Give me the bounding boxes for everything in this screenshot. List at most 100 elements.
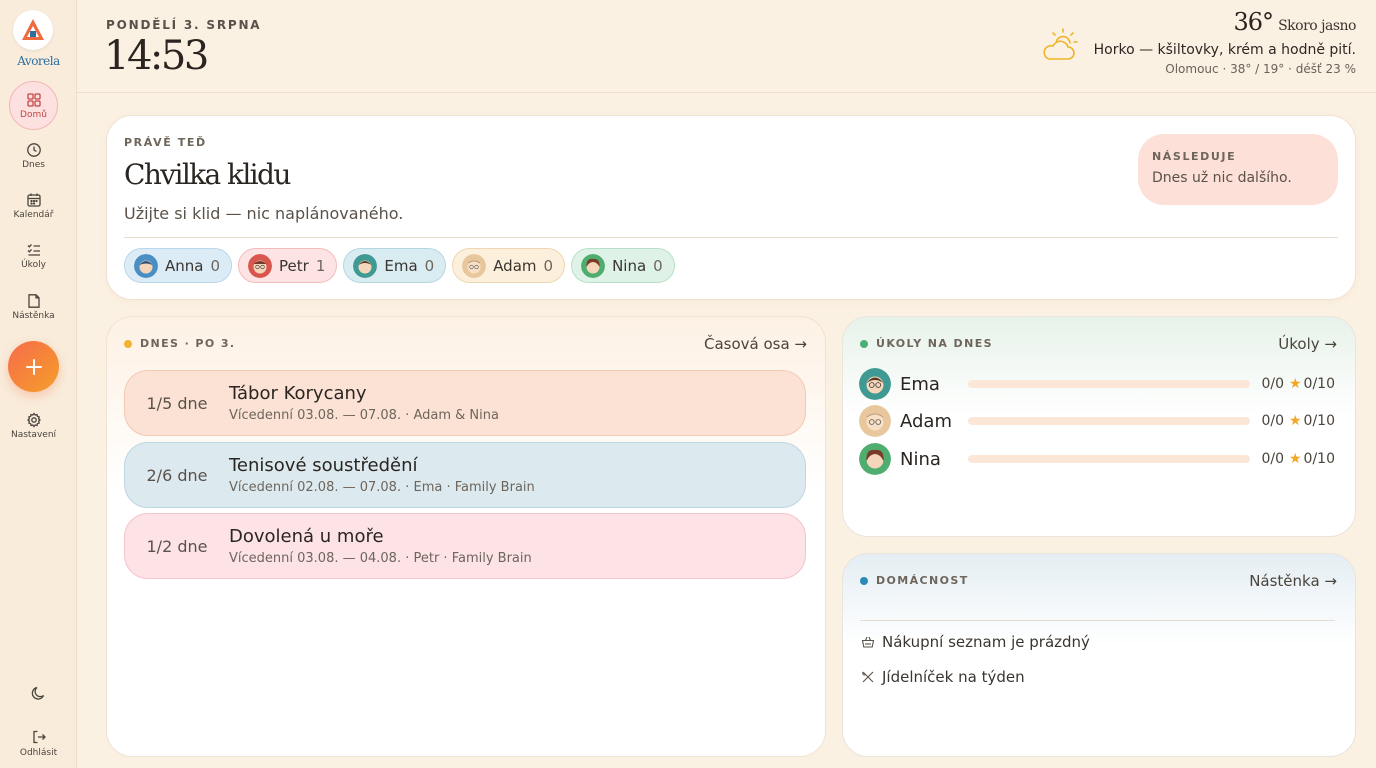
avatar bbox=[859, 443, 891, 475]
event-title: Tenisové soustředění bbox=[229, 455, 418, 476]
note-icon bbox=[27, 294, 40, 308]
logout-label: Odhlásit bbox=[19, 748, 58, 758]
member-count: 1 bbox=[315, 256, 326, 275]
app-logo[interactable] bbox=[13, 10, 53, 50]
sidebar-item-label: Domů bbox=[20, 109, 47, 120]
task-member-name: Adam bbox=[900, 410, 952, 432]
today-header: DNES · PO 3. bbox=[124, 337, 236, 350]
task-row[interactable]: Adam 0/0 ★ 0/10 bbox=[859, 405, 1335, 437]
event-progress: 1/2 dne bbox=[146, 536, 208, 556]
member-count: 0 bbox=[543, 256, 554, 275]
event-title: Tábor Korycany bbox=[229, 383, 367, 404]
now-subtitle: Užijte si klid — nic naplánovaného. bbox=[124, 204, 404, 223]
task-member-name: Ema bbox=[900, 373, 940, 395]
event-title: Dovolená u moře bbox=[229, 526, 384, 547]
member-chip-ema[interactable]: Ema 0 bbox=[343, 248, 447, 283]
tasks-link[interactable]: Úkoly → bbox=[1278, 335, 1337, 353]
sidebar-item-settings[interactable]: Nastavení bbox=[9, 403, 58, 449]
shopping-list-item[interactable]: Nákupní seznam je prázdný bbox=[861, 633, 1090, 651]
member-chips: Anna 0 Petr 1 Ema 0 Adam 0 Nina 0 bbox=[124, 248, 675, 283]
plus-icon bbox=[25, 358, 42, 375]
app-name: Avorela bbox=[17, 54, 60, 68]
star-icon: ★ bbox=[1288, 376, 1302, 392]
sidebar-item-today[interactable]: Dnes bbox=[9, 133, 58, 179]
dark-mode-toggle[interactable] bbox=[0, 685, 77, 701]
household-card: DOMÁCNOST Nástěnka → Nákupní seznam je p… bbox=[842, 553, 1356, 757]
member-count: 0 bbox=[210, 256, 221, 275]
now-title: Chvilka klidu bbox=[124, 158, 291, 191]
tasks-card: ÚKOLY NA DNES Úkoly → Ema 0/0 ★ 0/10 Ada… bbox=[842, 316, 1356, 537]
now-eyebrow: PRÁVĚ TEĎ bbox=[124, 136, 207, 149]
task-member-name: Nina bbox=[900, 448, 941, 470]
task-row[interactable]: Nina 0/0 ★ 0/10 bbox=[859, 443, 1335, 475]
member-chip-nina[interactable]: Nina 0 bbox=[571, 248, 675, 283]
status-dot bbox=[124, 339, 132, 348]
current-date: PONDĚLÍ 3. SRPNA bbox=[106, 18, 262, 32]
avatar bbox=[462, 253, 487, 278]
avatar bbox=[248, 253, 273, 278]
tasks-header: ÚKOLY NA DNES bbox=[860, 337, 993, 350]
avatar bbox=[353, 253, 378, 278]
task-row[interactable]: Ema 0/0 ★ 0/10 bbox=[859, 368, 1335, 400]
today-card: DNES · PO 3. Časová osa → 1/5 dne Tábor … bbox=[106, 316, 826, 757]
divider bbox=[124, 237, 1338, 238]
avatar bbox=[859, 368, 891, 400]
divider bbox=[860, 620, 1335, 621]
next-up-box: NÁSLEDUJE Dnes už nic dalšího. bbox=[1138, 134, 1338, 205]
today-label: DNES · PO 3. bbox=[140, 337, 236, 350]
event-meta: Vícedenní 03.08. — 04.08. · Petr · Famil… bbox=[229, 551, 532, 566]
timeline-link[interactable]: Časová osa → bbox=[704, 335, 807, 353]
calendar-icon bbox=[26, 193, 41, 207]
header: PONDĚLÍ 3. SRPNA 14:53 36° Skoro jasno H… bbox=[77, 0, 1376, 93]
task-progress-bar bbox=[968, 380, 1251, 388]
tasks-label: ÚKOLY NA DNES bbox=[876, 337, 993, 350]
event-card[interactable]: 1/5 dne Tábor Korycany Vícedenní 03.08. … bbox=[124, 370, 806, 436]
current-time: 14:53 bbox=[104, 33, 209, 79]
member-chip-adam[interactable]: Adam 0 bbox=[452, 248, 566, 283]
basket-icon bbox=[861, 636, 875, 648]
gear-icon bbox=[26, 412, 41, 428]
star-icon: ★ bbox=[1288, 413, 1302, 429]
event-meta: Vícedenní 03.08. — 07.08. · Adam & Nina bbox=[229, 408, 499, 423]
member-count: 0 bbox=[424, 256, 435, 275]
logout-button[interactable]: Odhlásit bbox=[0, 729, 77, 758]
board-link[interactable]: Nástěnka → bbox=[1249, 572, 1337, 590]
event-progress: 2/6 dne bbox=[146, 465, 208, 485]
avatar bbox=[859, 405, 891, 437]
sidebar-item-calendar[interactable]: Kalendář bbox=[9, 183, 58, 229]
member-name: Adam bbox=[493, 256, 537, 275]
sidebar-item-label: Kalendář bbox=[13, 210, 54, 220]
task-points: 0/10 bbox=[1303, 451, 1335, 467]
household-item-label: Jídelníček na týden bbox=[882, 668, 1025, 686]
sidebar-item-home[interactable]: Domů bbox=[9, 81, 58, 130]
weather-summary: 36° Skoro jasno bbox=[1233, 8, 1356, 36]
checklist-icon bbox=[27, 244, 40, 256]
event-card[interactable]: 2/6 dne Tenisové soustředění Vícedenní 0… bbox=[124, 442, 806, 508]
meal-plan-item[interactable]: Jídelníček na týden bbox=[861, 668, 1025, 686]
temperature: 36° bbox=[1233, 8, 1274, 36]
grid-icon bbox=[26, 92, 41, 107]
weather-advice: Horko — kšiltovky, krém a hodně pití. bbox=[1093, 42, 1356, 58]
event-card[interactable]: 1/2 dne Dovolená u moře Vícedenní 03.08.… bbox=[124, 513, 806, 579]
task-points: 0/10 bbox=[1303, 413, 1335, 429]
sidebar-item-board[interactable]: Nástěnka bbox=[9, 284, 58, 330]
task-points: 0/10 bbox=[1303, 376, 1335, 392]
sidebar-item-tasks[interactable]: Úkoly bbox=[9, 233, 58, 279]
utensils-icon bbox=[862, 671, 874, 683]
partly-cloudy-icon bbox=[1043, 28, 1078, 60]
sidebar-item-label: Úkoly bbox=[21, 260, 46, 270]
task-progress-bar bbox=[968, 455, 1251, 463]
task-progress-bar bbox=[968, 417, 1251, 425]
household-label: DOMÁCNOST bbox=[876, 574, 969, 587]
household-item-label: Nákupní seznam je prázdný bbox=[882, 633, 1090, 651]
add-button[interactable] bbox=[8, 341, 59, 392]
member-count: 0 bbox=[653, 256, 663, 275]
member-name: Petr bbox=[279, 256, 309, 275]
moon-icon bbox=[31, 686, 44, 700]
member-name: Ema bbox=[384, 256, 418, 275]
member-chip-anna[interactable]: Anna 0 bbox=[124, 248, 233, 283]
status-dot bbox=[860, 576, 868, 585]
member-chip-petr[interactable]: Petr 1 bbox=[238, 248, 338, 283]
weather-condition: Skoro jasno bbox=[1278, 18, 1356, 34]
sidebar: Avorela Domů Dnes Kalendář Úkoly Nástěnk… bbox=[0, 0, 77, 768]
